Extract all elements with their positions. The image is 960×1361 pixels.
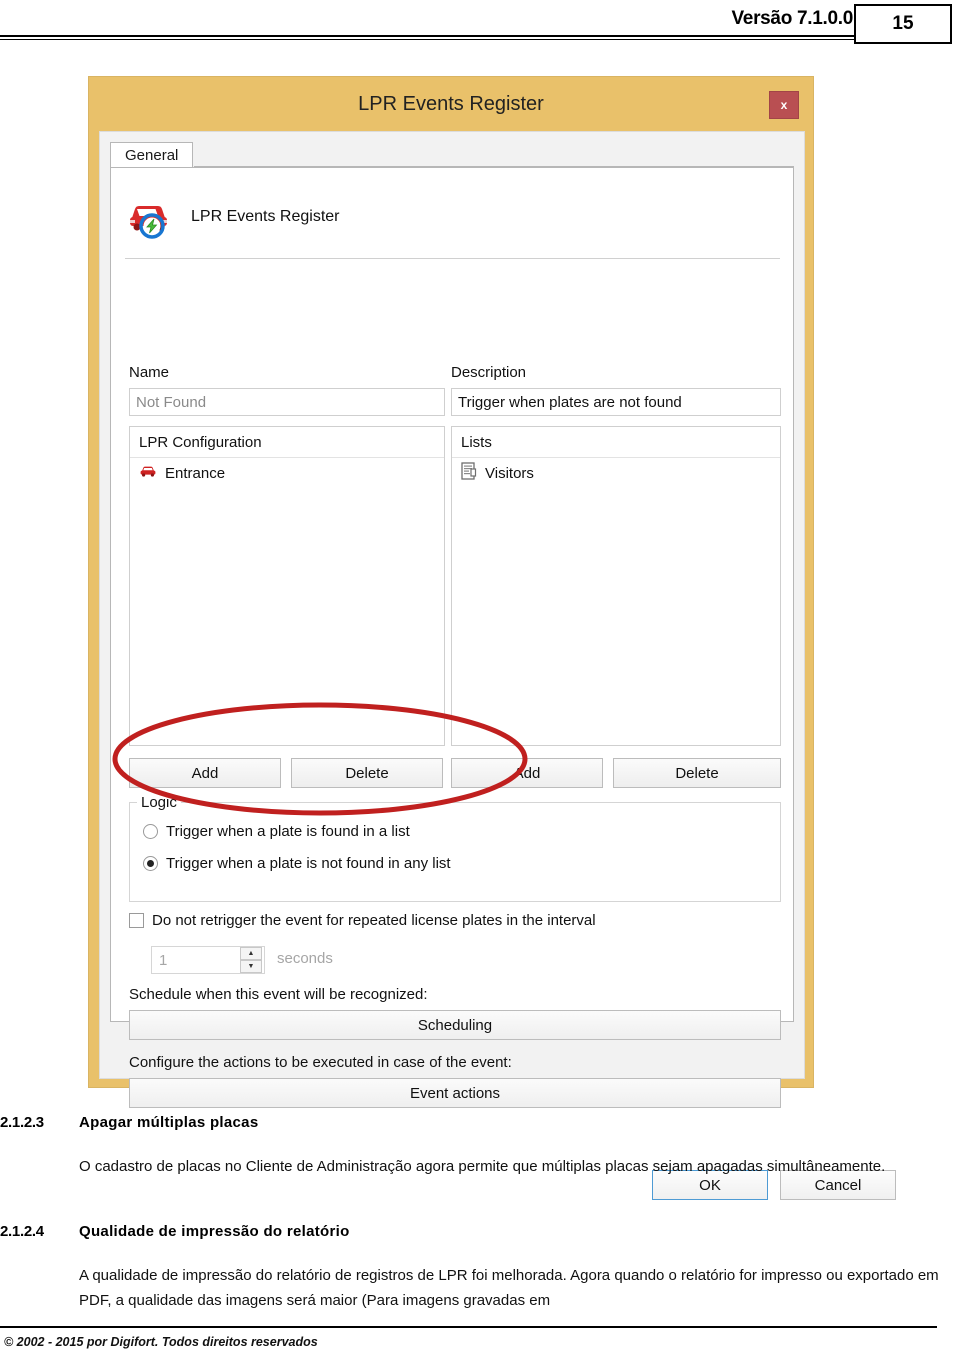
name-label: Name bbox=[129, 364, 170, 381]
lpr-configuration-panel: LPR Configuration Entrance bbox=[129, 426, 445, 746]
schedule-label: Schedule when this event will be recogni… bbox=[129, 986, 428, 1003]
lpr-car-event-icon bbox=[125, 194, 177, 240]
car-icon bbox=[139, 464, 157, 482]
tab-bar: General bbox=[110, 142, 794, 168]
description-label: Description bbox=[451, 364, 527, 381]
logic-group-caption: Logic bbox=[137, 794, 181, 811]
footer-copyright: © 2002 - 2015 por Digifort. Todos direit… bbox=[4, 1335, 318, 1349]
lpr-configuration-delete-button[interactable]: Delete bbox=[291, 758, 443, 788]
radio-icon bbox=[143, 824, 158, 839]
event-actions-button[interactable]: Event actions bbox=[129, 1078, 781, 1108]
stepper-down-icon[interactable]: ▼ bbox=[240, 960, 262, 973]
lpr-configuration-header: LPR Configuration bbox=[130, 427, 444, 458]
actions-label: Configure the actions to be executed in … bbox=[129, 1054, 512, 1071]
page-header: Versão 7.1.0.0 15 bbox=[0, 0, 960, 46]
header-rule bbox=[0, 35, 905, 37]
lists-add-button[interactable]: Add bbox=[451, 758, 603, 788]
version-label: Versão 7.1.0.0 bbox=[731, 8, 853, 29]
lists-panel: Lists Visitors bbox=[451, 426, 781, 746]
stepper-up-icon[interactable]: ▲ bbox=[240, 947, 262, 960]
lpr-events-register-dialog: LPR Events Register x General LPR Events… bbox=[88, 76, 896, 1200]
list-item[interactable]: Entrance bbox=[130, 458, 444, 488]
dialog-body: General LPR Events Register Name Not Fou… bbox=[99, 131, 896, 1200]
list-item-label: Entrance bbox=[165, 464, 226, 482]
logic-group bbox=[129, 802, 781, 902]
list-item-label: Visitors bbox=[485, 464, 534, 482]
page-number-box: 15 bbox=[854, 4, 952, 44]
radio-trigger-found-in-list[interactable]: Trigger when a plate is found in a list bbox=[143, 823, 410, 840]
scheduling-button[interactable]: Scheduling bbox=[129, 1010, 781, 1040]
section-paragraph: O cadastro de placas no Cliente de Admin… bbox=[79, 1158, 886, 1175]
radio-label: Trigger when a plate is not found in any… bbox=[166, 855, 451, 872]
radio-trigger-not-found-in-any-list[interactable]: Trigger when a plate is not found in any… bbox=[143, 855, 451, 872]
interval-unit-label: seconds bbox=[277, 950, 333, 967]
stepper-buttons: ▲ ▼ bbox=[240, 947, 262, 973]
retrigger-checkbox-label: Do not retrigger the event for repeated … bbox=[152, 912, 596, 929]
header-rule-secondary bbox=[0, 39, 905, 40]
section-number: 2.1.2.3 bbox=[0, 1114, 44, 1131]
section-heading: Apagar múltiplas placas bbox=[79, 1114, 259, 1131]
list-item[interactable]: Visitors bbox=[452, 458, 780, 488]
close-icon[interactable]: x bbox=[769, 91, 799, 119]
section-paragraph: A qualidade de impressão do relatório de… bbox=[79, 1267, 939, 1309]
general-tab-panel: LPR Events Register Name Not Found Descr… bbox=[110, 167, 794, 1108]
interval-stepper[interactable]: 1 ▲ ▼ bbox=[151, 946, 265, 974]
footer-rule bbox=[0, 1326, 937, 1328]
section-heading: Qualidade de impressão do relatório bbox=[79, 1223, 350, 1240]
tab-general[interactable]: General bbox=[110, 142, 194, 168]
checkbox-icon bbox=[129, 913, 144, 928]
lists-header: Lists bbox=[452, 427, 780, 458]
dialog-title: LPR Events Register bbox=[358, 92, 544, 115]
section-number: 2.1.2.4 bbox=[0, 1223, 44, 1240]
interval-input[interactable]: 1 bbox=[152, 952, 240, 969]
description-input[interactable]: Trigger when plates are not found bbox=[451, 388, 781, 416]
lpr-configuration-add-button[interactable]: Add bbox=[129, 758, 281, 788]
dialog-header-item: LPR Events Register bbox=[125, 182, 780, 252]
header-divider bbox=[125, 258, 780, 259]
dialog-header-label: LPR Events Register bbox=[191, 208, 340, 225]
name-input[interactable]: Not Found bbox=[129, 388, 445, 416]
document-list-icon bbox=[461, 462, 477, 484]
radio-selected-icon bbox=[143, 856, 158, 871]
radio-label: Trigger when a plate is found in a list bbox=[166, 823, 410, 840]
lists-delete-button[interactable]: Delete bbox=[613, 758, 781, 788]
retrigger-checkbox-row[interactable]: Do not retrigger the event for repeated … bbox=[129, 912, 596, 929]
